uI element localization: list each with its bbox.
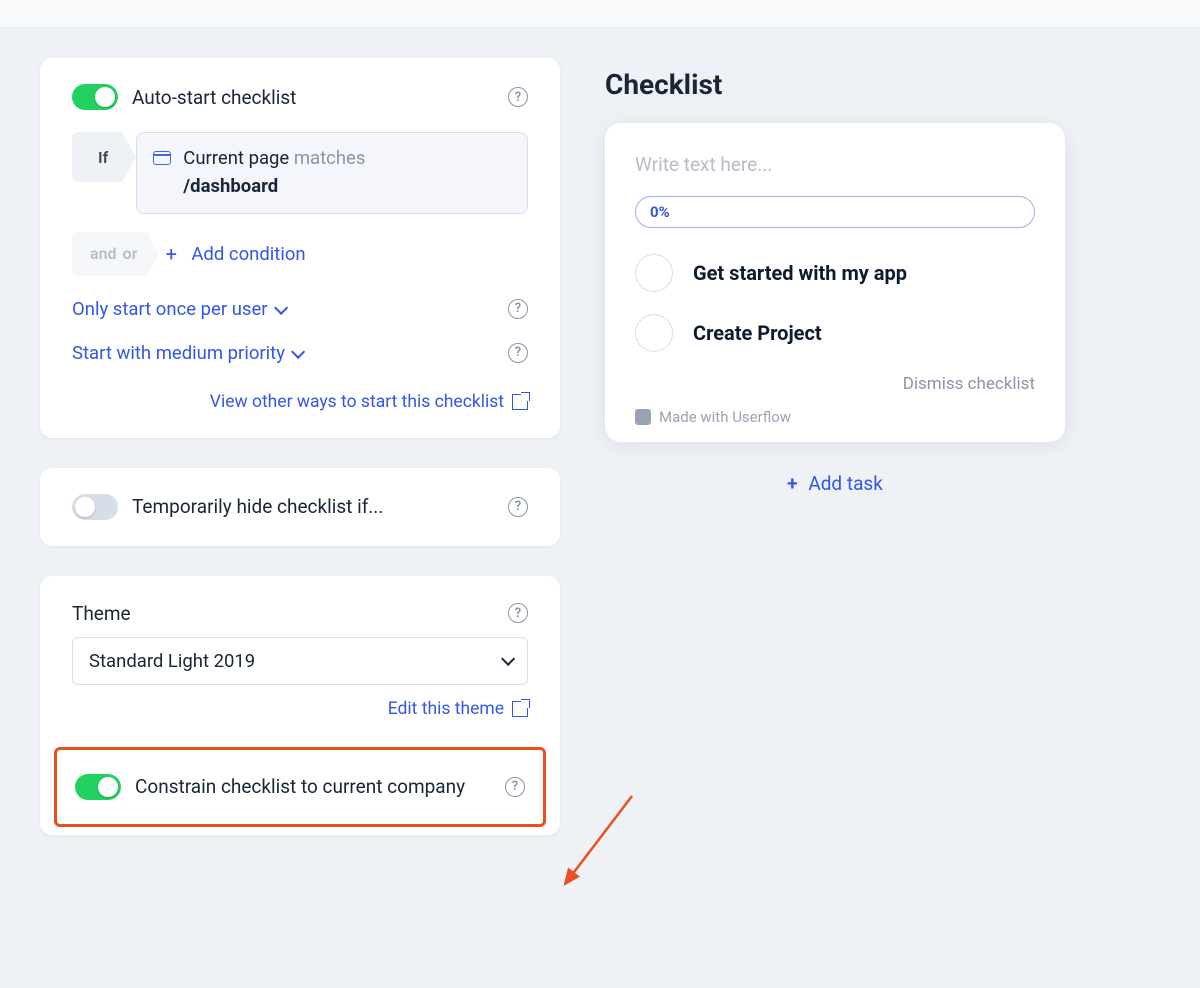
autostart-card: Auto-start checklist ? If Current page m… [40,58,560,438]
task-row[interactable]: Get started with my app [635,254,1035,292]
made-with-label: Made with Userflow [635,408,1035,426]
help-icon[interactable]: ? [508,603,528,623]
hide-label: Temporarily hide checklist if... [132,495,494,518]
external-link-icon [512,701,528,717]
top-bar [0,0,1200,28]
task-label: Create Project [693,321,822,345]
chevron-down-icon [291,344,305,358]
edit-theme-link[interactable]: Edit this theme [72,699,528,719]
task-checkbox[interactable] [635,254,673,292]
theme-select[interactable]: Standard Light 2019 [72,637,528,685]
plus-icon: + [787,472,797,495]
task-label: Get started with my app [693,261,907,285]
constrain-toggle[interactable] [75,774,121,800]
plus-icon: + [161,244,181,264]
chevron-down-icon [501,651,515,665]
constrain-label: Constrain checklist to current company [135,775,491,798]
once-per-user-dropdown[interactable]: Only start once per user [72,298,508,320]
priority-dropdown[interactable]: Start with medium priority [72,342,508,364]
condition-text: Current page matches /dashboard [183,145,365,201]
external-link-icon [512,394,528,410]
preview-title: Checklist [605,68,1160,101]
progress-bar: 0% [635,196,1035,228]
chevron-down-icon [274,300,288,314]
add-task-button[interactable]: + Add task [605,472,1065,495]
dismiss-link[interactable]: Dismiss checklist [635,374,1035,394]
hide-card: Temporarily hide checklist if... ? [40,468,560,546]
page-icon [153,151,171,165]
add-condition-button[interactable]: + Add condition [161,243,305,265]
help-icon[interactable]: ? [505,777,525,797]
other-ways-link[interactable]: View other ways to start this checklist [72,392,528,412]
checklist-preview: Write text here... 0% Get started with m… [605,123,1065,442]
if-tag: If [72,132,122,182]
help-icon[interactable]: ? [508,299,528,319]
theme-title: Theme [72,602,508,625]
help-icon[interactable]: ? [508,497,528,517]
andor-tag[interactable]: and or [72,232,147,276]
autostart-label: Auto-start checklist [132,86,494,109]
task-row[interactable]: Create Project [635,314,1035,352]
help-icon[interactable]: ? [508,343,528,363]
condition-box[interactable]: Current page matches /dashboard [136,132,528,214]
hide-toggle[interactable] [72,494,118,520]
task-checkbox[interactable] [635,314,673,352]
autostart-toggle[interactable] [72,84,118,110]
title-placeholder[interactable]: Write text here... [635,153,1035,176]
help-icon[interactable]: ? [508,87,528,107]
userflow-logo-icon [635,409,651,425]
theme-card: Theme ? Standard Light 2019 Edit this th… [40,576,560,835]
constrain-highlight: Constrain checklist to current company ? [54,747,546,827]
